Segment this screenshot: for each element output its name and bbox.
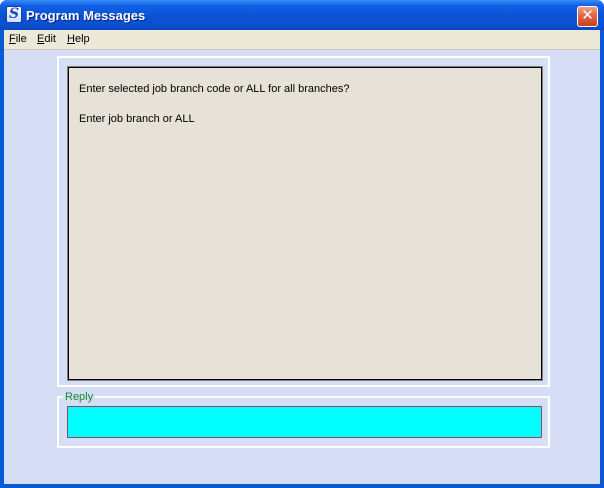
reply-group: Reply — [57, 391, 550, 448]
menu-edit[interactable]: Edit — [37, 33, 56, 45]
menu-help[interactable]: Help — [67, 33, 90, 45]
menu-file-label: ile — [15, 33, 27, 45]
app-icon[interactable]: S — [6, 6, 22, 23]
menu-bar: File Edit Help — [4, 30, 600, 50]
close-icon: ✕ — [581, 7, 594, 24]
client-area: Enter selected job branch code or ALL fo… — [4, 50, 600, 484]
menu-edit-label: dit — [44, 33, 56, 45]
reply-label: Reply — [63, 391, 96, 403]
program-messages-window: S Program Messages ✕ File Edit Help Ente… — [0, 0, 604, 488]
message-line: Enter selected job branch code or ALL fo… — [79, 83, 350, 95]
menu-help-mnemonic: H — [67, 33, 75, 45]
menu-help-label: elp — [74, 33, 90, 45]
message-display: Enter selected job branch code or ALL fo… — [67, 66, 543, 381]
menu-file-mnemonic: F — [9, 33, 16, 45]
message-line: Enter job branch or ALL — [79, 113, 195, 125]
message-panel-frame: Enter selected job branch code or ALL fo… — [57, 56, 550, 387]
reply-input[interactable] — [67, 406, 542, 438]
menu-file[interactable]: File — [9, 33, 27, 45]
title-bar[interactable]: S Program Messages ✕ — [0, 0, 604, 30]
close-button[interactable]: ✕ — [577, 6, 598, 27]
window-title: Program Messages — [26, 8, 146, 23]
